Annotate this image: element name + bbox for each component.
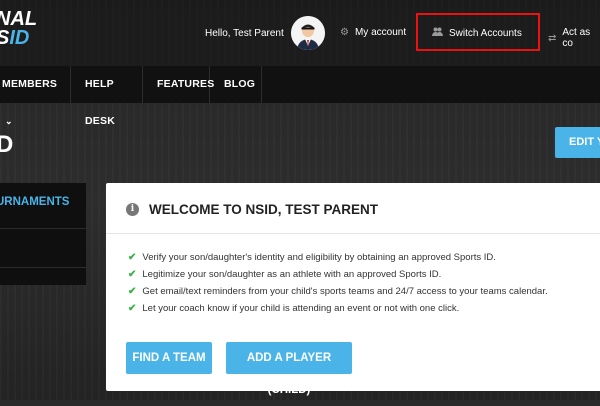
my-account-link[interactable]: ⚙ My account xyxy=(340,27,406,38)
list-item-text: Let your coach know if your child is att… xyxy=(142,303,460,314)
check-icon: ✔ xyxy=(128,252,137,263)
list-item: ✔ Legitimize your son/daughter as an ath… xyxy=(128,266,548,283)
menu-item-members[interactable]: MEMBERS ⌄ xyxy=(0,66,71,126)
gear-icon: ⚙ xyxy=(340,27,349,38)
users-icon xyxy=(432,27,443,39)
switch-accounts-label: Switch Accounts xyxy=(449,27,522,39)
check-icon: ✔ xyxy=(128,286,137,297)
site-logo[interactable]: NAL SID xyxy=(0,9,37,49)
info-icon: i xyxy=(126,203,139,216)
logo-line-2: SID xyxy=(0,27,37,49)
avatar-image xyxy=(291,16,325,50)
menu-item-features-label: FEATURES xyxy=(157,78,215,90)
list-item-text: Get email/text reminders from your child… xyxy=(142,286,548,297)
sidebar-divider xyxy=(0,267,86,268)
menu-item-blog-label: BLOG xyxy=(224,78,256,90)
list-item-text: Verify your son/daughter's identity and … xyxy=(142,252,496,263)
act-as-link[interactable]: ⇄ Act as co xyxy=(548,27,600,49)
check-icon: ✔ xyxy=(128,269,137,280)
welcome-bullet-list: ✔ Verify your son/daughter's identity an… xyxy=(128,249,548,317)
list-item: ✔ Get email/text reminders from your chi… xyxy=(128,283,548,300)
logo-line-2-accent: ID xyxy=(9,27,30,49)
menu-item-help-desk-label: HELP DESK xyxy=(85,78,115,127)
menu-item-members-label: MEMBERS xyxy=(2,78,58,90)
exchange-icon: ⇄ xyxy=(548,32,557,44)
sidebar-panel: URNAMENTS xyxy=(0,183,86,285)
menu-item-blog[interactable]: BLOG xyxy=(210,66,262,103)
welcome-card-header: i WELCOME TO NSID, TEST PARENT xyxy=(106,183,600,234)
menu-item-features[interactable]: FEATURES xyxy=(143,66,214,103)
list-item: ✔ Let your coach know if your child is a… xyxy=(128,300,548,317)
sidebar-item-tournaments[interactable]: URNAMENTS xyxy=(0,196,69,208)
welcome-title: WELCOME TO NSID, TEST PARENT xyxy=(149,202,379,217)
act-as-label: Act as co xyxy=(562,27,591,49)
top-header: NAL SID Hello, Test Parent ⚙ My account … xyxy=(0,0,600,66)
check-icon: ✔ xyxy=(128,303,137,314)
menu-item-help-desk[interactable]: HELP DESK xyxy=(71,66,143,127)
page-title: D xyxy=(0,131,14,158)
my-account-label: My account xyxy=(354,27,407,38)
add-a-player-button[interactable]: ADD A PLAYER (CHILD) xyxy=(226,342,352,396)
edit-button[interactable]: EDIT YO xyxy=(555,127,600,158)
welcome-card: i WELCOME TO NSID, TEST PARENT ✔ Verify … xyxy=(106,183,600,396)
logo-line-2-prefix: S xyxy=(0,27,9,49)
main-menu: MEMBERS ⌄ HELP DESK FEATURES BLOG xyxy=(0,66,600,127)
greeting-text: Hello, Test Parent xyxy=(205,28,284,39)
switch-accounts-link[interactable]: Switch Accounts xyxy=(432,27,522,39)
find-a-team-button[interactable]: FIND A TEAM xyxy=(126,342,212,374)
avatar[interactable] xyxy=(291,16,325,50)
sidebar-divider xyxy=(0,228,86,229)
list-item: ✔ Verify your son/daughter's identity an… xyxy=(128,249,548,266)
chevron-down-icon: ⌄ xyxy=(5,116,13,126)
list-item-text: Legitimize your son/daughter as an athle… xyxy=(142,269,442,280)
